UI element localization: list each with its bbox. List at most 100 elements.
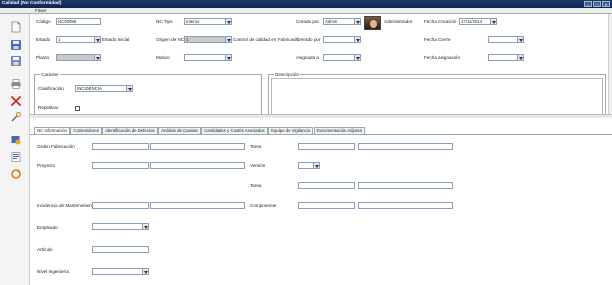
side-toolbar [0,14,30,285]
nivel-select[interactable] [92,268,149,275]
motivo-label: Motivo [156,55,170,60]
save-as-icon[interactable] [9,54,23,68]
origen-select[interactable]: 1 [184,36,232,43]
fechaasign-label: Fecha asignación [424,55,461,60]
chevron-down-icon [142,224,148,229]
creadopor-value: Admin [325,19,338,24]
creadopor-label: Creado por [296,19,319,24]
orden-desc-input[interactable] [150,143,245,150]
fechacreacion-date[interactable]: 17/11/2014 [459,18,497,25]
horizontal-scrollbar[interactable] [30,114,612,118]
incidencia-code-input[interactable] [92,202,149,209]
cerradopor-label: Cerrado por [296,37,321,42]
componente-label: Componente [250,203,277,208]
tab-contenidores[interactable]: Contenidores [70,127,102,134]
codigo-label: Código [36,19,51,24]
planta-label: Planta [36,55,50,60]
save-icon[interactable] [9,38,23,52]
estado-value: 1 [58,37,61,42]
origen-value: 1 [186,37,189,42]
tarea-label: Tarea [250,144,262,149]
componente-code-input[interactable] [298,202,355,209]
chevron-down-icon [354,55,360,60]
chevron-down-icon [354,37,360,42]
orden-label: Orden Fabricación [37,144,75,149]
articulo-input[interactable] [92,246,149,253]
cerradopor-select[interactable] [323,36,361,43]
menu-file[interactable]: Fitxer [35,8,46,13]
tab-strip: NC Información Contenidores Identificaci… [34,127,365,135]
descripcion-textarea[interactable] [271,78,603,116]
tools-icon[interactable] [9,110,23,124]
chevron-down-icon [490,19,496,24]
chevron-down-icon [517,55,523,60]
users-icon[interactable] [9,133,23,147]
menu-bar: Fitxer [0,8,612,14]
chevron-down-icon [225,37,231,42]
maximize-button[interactable]: □ [593,1,601,7]
proyecto-label: Proyecto [37,163,56,168]
empleado-select[interactable] [92,223,149,230]
repetitivo-label: Repetitivo [38,105,59,110]
minimize-button[interactable]: – [584,1,592,7]
close-button[interactable]: × [602,1,610,7]
refresh-icon[interactable] [9,167,23,181]
creadopor-name: Administrador [384,19,413,24]
tab-documentacion-adjunta[interactable]: Documentación Adjunta [313,127,365,134]
chevron-down-icon [94,37,100,42]
motivo-select[interactable] [184,54,232,61]
clasificacion-value: INCIDENCIA [77,86,102,91]
creadopor-select[interactable]: Admin [323,18,361,25]
tab-analisis-causas[interactable]: Análisis de Causas [158,127,201,134]
estado-label: Estado [36,37,51,42]
fechacierre-label: Fecha Cierre [424,37,451,42]
incidencia-label: Incidencia de Mantenimiento [37,203,96,208]
codigo-input[interactable]: NC00096 [56,18,101,25]
orden-code-input[interactable] [92,143,149,150]
planta-select[interactable] [56,54,101,61]
chevron-down-icon [126,86,132,91]
chevron-down-icon [142,269,148,274]
chevron-down-icon [94,55,100,60]
version-select[interactable] [298,162,320,169]
clasificacion-label: Clasificación [38,86,64,91]
chevron-down-icon [225,19,231,24]
empleado-label: Empleado [37,225,58,230]
window-title: Calidad (No Conformidad) [2,1,62,6]
incidencia-desc-input[interactable] [150,202,245,209]
tab-equipo-vigilancia[interactable]: Equipo de Vigilancia [268,127,313,134]
componente-desc-input[interactable] [358,202,453,209]
chevron-down-icon [225,55,231,60]
asignado-select[interactable] [323,54,361,61]
proyecto-code-input[interactable] [92,162,149,169]
tarea-code-input[interactable] [298,143,355,150]
estado-text: Estado Inicial [102,37,130,42]
print-icon[interactable] [9,77,23,91]
clasificacion-select[interactable]: INCIDENCIA [75,85,133,92]
fechacreacion-label: Fecha Creación [424,19,457,24]
version-label: Versión [250,163,266,168]
new-document-icon[interactable] [9,20,23,34]
tarea-desc-input[interactable] [358,143,453,150]
tab-cantidades-costes[interactable]: Cantidades y Costes Asociados [201,127,268,134]
window-title-bar: Calidad (No Conformidad) – □ × [0,0,612,8]
caracter-group: Carácter [34,71,262,118]
tarea2-code-input[interactable] [298,182,355,189]
avatar [364,16,381,30]
caracter-title: Carácter [40,71,60,78]
proyecto-desc-input[interactable] [150,162,245,169]
fechacreacion-value: 17/11/2014 [461,19,483,24]
nivel-label: Nivel Ingeniería [37,269,69,274]
fechaasign-date[interactable] [488,54,524,61]
fechacierre-date[interactable] [488,36,524,43]
nctipo-label: NC Tipo [156,19,173,24]
delete-icon[interactable] [9,94,23,108]
nctipo-select[interactable]: Interno [184,18,232,25]
tarea2-label: Tarea [250,183,262,188]
report-icon[interactable] [9,150,23,164]
tab-identificacion-defectos[interactable]: Identificación de Defectos [102,127,158,134]
estado-select[interactable]: 1 [56,36,101,43]
vertical-scrollbar[interactable] [608,14,612,114]
tarea2-desc-input[interactable] [358,182,453,189]
repetitivo-checkbox[interactable] [75,106,80,111]
